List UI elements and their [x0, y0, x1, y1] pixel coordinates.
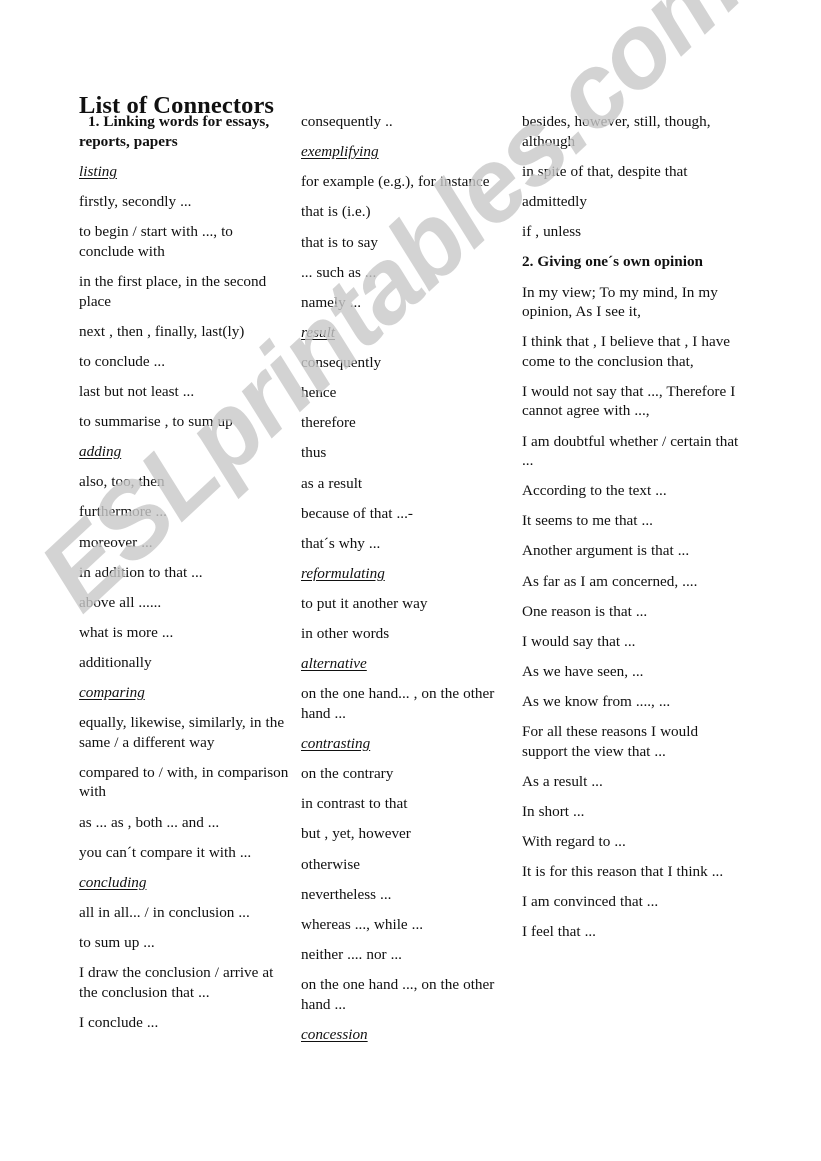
connector-item: whereas ..., while ... [301, 915, 424, 933]
connector-item: As far as I am concerned, .... [522, 572, 698, 590]
connector-item: I would say that ... [522, 632, 636, 650]
connector-item: because of that ...- [301, 504, 413, 522]
connector-item: Another argument is that ... [522, 542, 690, 560]
connector-item: above all ...... [79, 593, 162, 611]
connector-item: firstly, secondly ... [79, 193, 192, 211]
connector-item: namely ... [301, 293, 362, 311]
connector-item: As we have seen, ... [522, 662, 644, 680]
connector-item: but , yet, however [301, 825, 411, 843]
connector-item: all in all... / in conclusion ... [79, 903, 250, 921]
connector-item: in addition to that ... [79, 563, 203, 581]
connector-item: in spite of that, despite that [522, 162, 688, 180]
connector-item: I am convinced that ... [522, 893, 659, 911]
connector-item: last but not least ... [79, 382, 195, 400]
connector-item: I am doubtful whether / certain that ... [522, 432, 739, 470]
section-heading: 2. Giving one´s own opinion [522, 253, 703, 271]
category-heading: concession [301, 1025, 368, 1043]
connector-item: As we know from ...., ... [522, 693, 671, 711]
connector-item: to put it another way [301, 595, 428, 612]
connector-item: equally, likewise, similarly, in the sam… [79, 714, 285, 751]
connector-item: consequently [301, 354, 382, 371]
connector-column-2: consequently .. exemplifying for example (… [301, 112, 515, 1055]
category-heading: listing [79, 163, 117, 181]
connector-item: to conclude ... [79, 352, 166, 370]
connector-item: for example (e.g.), for instance [301, 173, 490, 191]
connector-item: otherwise [301, 855, 361, 873]
connector-item: as ... as , both ... and ... [79, 813, 220, 831]
connector-item: also, too, then [79, 473, 165, 491]
connector-item: I think that , I believe that , I have c… [522, 333, 731, 370]
connector-item: In short ... [522, 802, 585, 820]
connector-item: In my view; To my mind, In my opinion, A… [522, 283, 718, 321]
worksheet-page: List of Connectors 1. Linking words for … [0, 0, 821, 1161]
category-heading: reformulating [301, 564, 385, 582]
connector-item: For all these reasons I would support th… [522, 723, 699, 760]
connector-item: admittedly [522, 192, 587, 210]
connector-item: that´s why ... [301, 534, 381, 552]
connector-item: I would not say that ..., Therefore I ca… [522, 382, 736, 420]
connector-item: to summarise , to sum up [79, 413, 233, 430]
connector-item: With regard to ... [522, 833, 626, 851]
connector-item: on the one hand... , on the other hand .… [301, 685, 495, 722]
connector-item: I feel that ... [522, 923, 596, 941]
connector-column-1: 1. Linking words for essays, reports, pa… [79, 112, 291, 1043]
connector-item: you can´t compare it with ... [79, 843, 252, 861]
connector-item: that is (i.e.) [301, 203, 371, 221]
connector-item: ... such as ... [301, 263, 377, 281]
connector-item: furthermore ... [79, 503, 167, 521]
connector-item: next , then , finally, last(ly) [79, 322, 245, 340]
connector-item: in contrast to that [301, 795, 408, 813]
connector-item: additionally [79, 654, 152, 671]
connector-item: moreover ... [79, 533, 153, 551]
connector-item: I draw the conclusion / arrive at the co… [79, 964, 274, 1001]
connector-item: As a result ... [522, 772, 603, 790]
connector-item: as a result [301, 474, 363, 492]
connector-item: neither .... nor ... [301, 945, 402, 963]
connector-item: It is for this reason that I think ... [522, 863, 724, 881]
section-heading: 1. Linking words for essays, reports, pa… [79, 113, 270, 150]
category-heading: alternative [301, 655, 367, 673]
connector-item: nevertheless ... [301, 885, 392, 903]
connector-item: thus [301, 444, 327, 462]
connector-item: on the contrary [301, 765, 394, 783]
connector-item: if , unless [522, 222, 582, 240]
connector-item: in other words [301, 625, 390, 643]
category-heading: adding [79, 443, 122, 461]
category-heading: result [301, 323, 336, 341]
connector-item: I conclude ... [79, 1013, 159, 1031]
connector-item: besides, however, still, though, althoug… [522, 113, 711, 150]
connector-item: therefore [301, 414, 356, 432]
connector-column-3: besides, however, still, though, althoug… [522, 112, 746, 953]
connector-item: It seems to me that ... [522, 512, 653, 530]
connector-item: what is more ... [79, 623, 174, 641]
category-heading: exemplifying [301, 143, 379, 161]
connector-item: One reason is that ... [522, 602, 648, 620]
connector-item: on the one hand ..., on the other hand .… [301, 976, 495, 1013]
connector-item: According to the text ... [522, 482, 667, 500]
connector-item: to begin / start with ..., to conclude w… [79, 223, 233, 260]
connector-item: consequently .. [301, 113, 393, 130]
category-heading: contrasting [301, 735, 371, 753]
category-heading: comparing [79, 684, 145, 702]
connector-item: that is to say [301, 233, 378, 251]
connector-item: to sum up ... [79, 934, 155, 952]
connector-item: hence [301, 384, 337, 402]
connector-item: compared to / with, in comparison with [79, 763, 289, 801]
connector-item: in the first place, in the second place [79, 272, 267, 310]
category-heading: concluding [79, 873, 147, 891]
